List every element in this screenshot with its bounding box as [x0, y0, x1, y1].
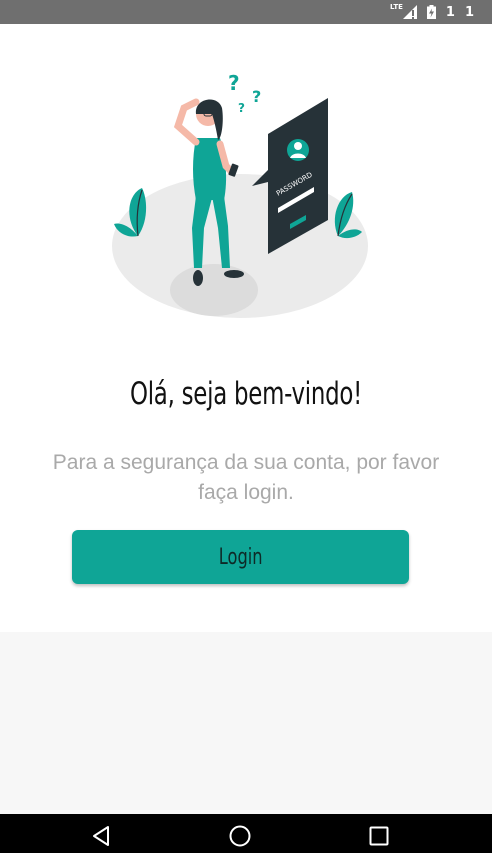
login-screen: LTE 1 1 PASSWORD ? ? ? Olá, seja bem-vin…	[0, 0, 492, 853]
back-icon[interactable]	[91, 824, 115, 848]
confused-woman-password-illustration: PASSWORD ? ? ?	[112, 71, 368, 318]
status-indicator-b: 1	[464, 4, 474, 20]
svg-text:?: ?	[238, 101, 245, 115]
welcome-card: PASSWORD ? ? ? Olá, seja bem-vindo! Para…	[0, 24, 492, 632]
floor-shadow	[170, 264, 258, 316]
status-bar: LTE 1 1	[0, 0, 492, 24]
left-plant-icon	[114, 188, 147, 237]
question-marks-icon: ? ? ?	[228, 71, 261, 115]
network-type-label: LTE	[390, 3, 403, 11]
svg-text:?: ?	[252, 87, 261, 106]
right-plant-icon	[334, 192, 362, 239]
login-button[interactable]: Login	[72, 530, 409, 584]
welcome-subtitle: Para a segurança da sua conta, por favor…	[52, 451, 440, 504]
signal-icon	[402, 5, 417, 19]
login-button-label: Login	[218, 544, 263, 570]
status-indicator-a: 1	[445, 4, 455, 20]
welcome-title: Olá, seja bem-vindo!	[129, 376, 363, 412]
svg-text:?: ?	[228, 71, 240, 95]
recent-apps-icon[interactable]	[367, 824, 391, 848]
navigation-bar	[0, 814, 492, 853]
battery-charging-icon	[426, 5, 436, 19]
home-icon[interactable]	[228, 824, 252, 848]
